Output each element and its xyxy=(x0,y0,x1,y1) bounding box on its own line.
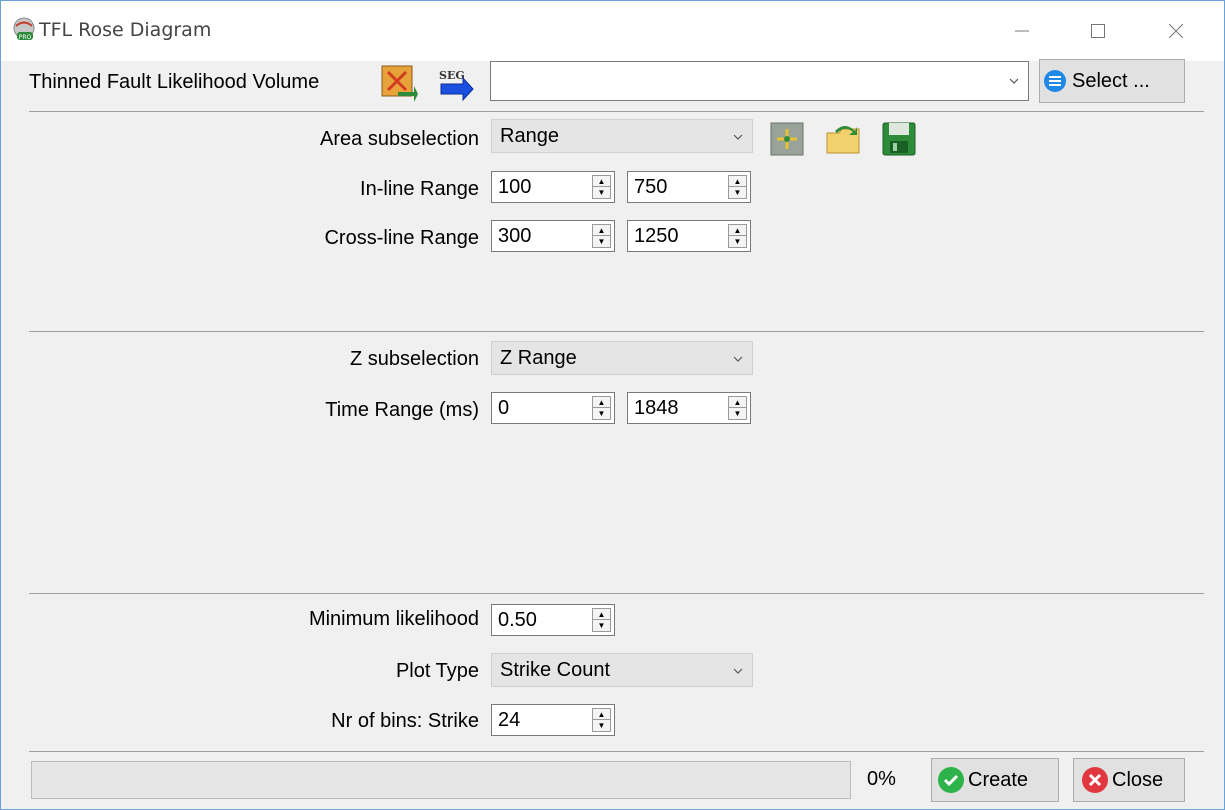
check-circle-icon xyxy=(936,765,966,795)
progress-percent: 0% xyxy=(867,768,896,790)
inline-from-value: 100 xyxy=(498,176,532,198)
spin-buttons[interactable]: ▲ ▼ xyxy=(592,175,611,199)
chevron-down-icon xyxy=(1009,78,1019,84)
spin-up-icon[interactable]: ▲ xyxy=(729,176,746,187)
chevron-down-icon xyxy=(733,668,743,674)
chevron-down-icon xyxy=(733,356,743,362)
nbins-value: 24 xyxy=(498,709,521,731)
crossline-range-label: Cross-line Range xyxy=(324,227,479,249)
min-likelihood-value: 0.50 xyxy=(498,609,537,631)
nbins-label: Nr of bins: Strike xyxy=(331,710,479,732)
folder-open-icon xyxy=(826,126,860,154)
window-close-button[interactable] xyxy=(1145,1,1207,61)
inline-range-label: In-line Range xyxy=(360,178,479,200)
spin-down-icon[interactable]: ▼ xyxy=(593,187,610,198)
spin-up-icon[interactable]: ▲ xyxy=(593,225,610,236)
inline-to-spinbox[interactable]: 750 ▲ ▼ xyxy=(627,171,751,203)
spin-down-icon[interactable]: ▼ xyxy=(729,236,746,247)
area-subselection-value: Range xyxy=(500,125,559,147)
crossline-to-value: 1250 xyxy=(634,225,679,247)
progress-bar xyxy=(31,761,851,799)
spin-buttons[interactable]: ▲ ▼ xyxy=(728,175,747,199)
spin-up-icon[interactable]: ▲ xyxy=(593,176,610,187)
spin-down-icon[interactable]: ▼ xyxy=(593,720,610,731)
z-subselection-label: Z subselection xyxy=(350,348,479,370)
svg-text:PRO: PRO xyxy=(19,34,32,41)
spin-up-icon[interactable]: ▲ xyxy=(593,609,610,620)
spin-buttons[interactable]: ▲ ▼ xyxy=(728,396,747,420)
select-button-label: Select ... xyxy=(1072,69,1150,92)
minimize-button[interactable] xyxy=(991,1,1053,61)
spin-buttons[interactable]: ▲ ▼ xyxy=(592,608,611,632)
spin-down-icon[interactable]: ▼ xyxy=(593,408,610,419)
divider xyxy=(29,751,1204,752)
app-logo-icon: PRO xyxy=(11,17,37,43)
divider xyxy=(29,593,1204,594)
create-button-label: Create xyxy=(968,768,1029,791)
time-range-label: Time Range (ms) xyxy=(325,399,479,421)
spin-buttons[interactable]: ▲ ▼ xyxy=(592,224,611,248)
inline-to-value: 750 xyxy=(634,176,668,198)
spin-down-icon[interactable]: ▼ xyxy=(729,187,746,198)
close-icon xyxy=(1169,24,1183,38)
minimize-icon xyxy=(1015,30,1029,32)
import-volume-button[interactable] xyxy=(377,61,421,105)
plot-type-label: Plot Type xyxy=(395,660,479,682)
min-likelihood-spinbox[interactable]: 0.50 ▲ ▼ xyxy=(491,604,615,636)
svg-text:SEG: SEG xyxy=(439,69,465,82)
time-to-spinbox[interactable]: 1848 ▲ ▼ xyxy=(627,392,751,424)
input-volume-select[interactable] xyxy=(490,61,1029,101)
crossline-from-value: 300 xyxy=(498,225,532,247)
z-subselection-value: Z Range xyxy=(500,347,577,369)
inline-from-spinbox[interactable]: 100 ▲ ▼ xyxy=(491,171,615,203)
spin-up-icon[interactable]: ▲ xyxy=(729,397,746,408)
import-volume-icon xyxy=(381,65,418,102)
open-area-button[interactable] xyxy=(821,117,865,161)
create-button[interactable]: Create xyxy=(931,758,1059,802)
close-button-label: Close xyxy=(1112,768,1164,791)
survey-area-button[interactable] xyxy=(765,117,809,161)
spin-buttons[interactable]: ▲ ▼ xyxy=(728,224,747,248)
close-button[interactable]: Close xyxy=(1073,758,1185,802)
title-bar: PRO TFL Rose Diagram xyxy=(1,1,1224,61)
min-likelihood-label: Minimum likelihood xyxy=(308,608,479,630)
maximize-button[interactable] xyxy=(1067,1,1129,61)
crossline-to-spinbox[interactable]: 1250 ▲ ▼ xyxy=(627,220,751,252)
segy-import-icon: SEG xyxy=(439,69,474,102)
divider xyxy=(29,331,1204,332)
time-from-spinbox[interactable]: 0 ▲ ▼ xyxy=(491,392,615,424)
spin-down-icon[interactable]: ▼ xyxy=(593,236,610,247)
list-icon xyxy=(1040,66,1070,96)
time-to-value: 1848 xyxy=(634,397,679,419)
crossline-from-spinbox[interactable]: 300 ▲ ▼ xyxy=(491,220,615,252)
spin-up-icon[interactable]: ▲ xyxy=(593,397,610,408)
nbins-spinbox[interactable]: 24 ▲ ▼ xyxy=(491,704,615,736)
close-circle-icon xyxy=(1080,765,1110,795)
input-volume-label: Thinned Fault Likelihood Volume xyxy=(29,71,320,93)
maximize-icon xyxy=(1091,24,1105,38)
cube-icon xyxy=(770,122,804,156)
plot-type-select[interactable]: Strike Count xyxy=(491,653,753,687)
spin-down-icon[interactable]: ▼ xyxy=(593,620,610,631)
spin-up-icon[interactable]: ▲ xyxy=(729,225,746,236)
time-from-value: 0 xyxy=(498,397,510,419)
spin-up-icon[interactable]: ▲ xyxy=(593,709,610,720)
chevron-down-icon xyxy=(733,134,743,140)
plot-type-value: Strike Count xyxy=(500,659,611,681)
area-subselection-label: Area subselection xyxy=(320,128,479,150)
dialog-window: PRO TFL Rose Diagram Thinned Fault Likel… xyxy=(0,0,1225,810)
save-area-button[interactable] xyxy=(877,117,921,161)
spin-buttons[interactable]: ▲ ▼ xyxy=(592,708,611,732)
z-subselection-select[interactable]: Z Range xyxy=(491,341,753,375)
spin-buttons[interactable]: ▲ ▼ xyxy=(592,396,611,420)
import-segy-button[interactable]: SEG xyxy=(433,61,477,105)
save-icon xyxy=(882,122,916,156)
select-button[interactable]: Select ... xyxy=(1039,59,1185,103)
divider xyxy=(29,111,1204,112)
spin-down-icon[interactable]: ▼ xyxy=(729,408,746,419)
window-title: TFL Rose Diagram xyxy=(39,19,212,41)
area-subselection-select[interactable]: Range xyxy=(491,119,753,153)
